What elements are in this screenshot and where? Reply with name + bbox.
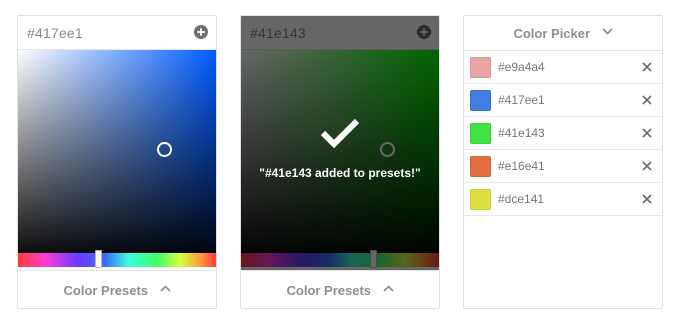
preset-item[interactable]: #e16e41 xyxy=(464,150,662,183)
preset-item[interactable]: #dce141 xyxy=(464,183,662,216)
hex-input[interactable]: #417ee1 xyxy=(27,25,83,41)
close-icon[interactable] xyxy=(642,62,652,72)
color-presets-label: Color Presets xyxy=(286,283,372,298)
color-swatch[interactable] xyxy=(470,156,491,177)
close-icon[interactable] xyxy=(642,161,652,171)
saturation-value-area[interactable] xyxy=(18,50,216,264)
hue-slider[interactable] xyxy=(18,250,216,268)
color-swatch[interactable] xyxy=(470,189,491,210)
color-swatch[interactable] xyxy=(470,57,491,78)
presets-panel: Color Picker #e9a4a4 #417ee1 #41e143 #e1… xyxy=(463,15,663,309)
color-swatch[interactable] xyxy=(470,90,491,111)
color-picker-toggle[interactable]: Color Picker xyxy=(464,16,662,51)
chevron-up-icon xyxy=(382,285,394,292)
plus-circle-icon[interactable] xyxy=(194,25,208,39)
hex-input-bar[interactable]: #417ee1 xyxy=(18,16,216,50)
close-icon[interactable] xyxy=(642,95,652,105)
color-swatch[interactable] xyxy=(470,123,491,144)
color-presets-label: Color Presets xyxy=(63,283,149,298)
preset-hex-label: #dce141 xyxy=(498,192,545,206)
preset-hex-label: #41e143 xyxy=(498,126,545,140)
preset-hex-label: #e16e41 xyxy=(498,159,545,173)
color-picker-panel: #41e143 "#41e143 added to presets!" Colo… xyxy=(240,15,440,309)
preset-hex-label: #417ee1 xyxy=(498,93,545,107)
preset-item[interactable]: #41e143 xyxy=(464,117,662,150)
checkmark-icon xyxy=(320,118,360,149)
color-presets-toggle[interactable]: Color Presets xyxy=(241,270,439,308)
color-picker-panel: #417ee1 Color Presets xyxy=(17,15,217,309)
close-icon[interactable] xyxy=(642,128,652,138)
toast-message: "#41e143 added to presets!" xyxy=(259,166,421,180)
chevron-down-icon xyxy=(601,28,613,36)
color-presets-toggle[interactable]: Color Presets xyxy=(18,270,216,308)
color-picker-title: Color Picker xyxy=(513,26,591,41)
preset-item[interactable]: #e9a4a4 xyxy=(464,51,662,84)
chevron-up-icon xyxy=(159,285,171,292)
close-icon[interactable] xyxy=(642,194,652,204)
toast-overlay: "#41e143 added to presets!" xyxy=(241,16,439,273)
color-cursor[interactable] xyxy=(157,142,172,157)
preset-item[interactable]: #417ee1 xyxy=(464,84,662,117)
hue-slider-handle[interactable] xyxy=(95,250,102,268)
preset-hex-label: #e9a4a4 xyxy=(498,60,545,74)
